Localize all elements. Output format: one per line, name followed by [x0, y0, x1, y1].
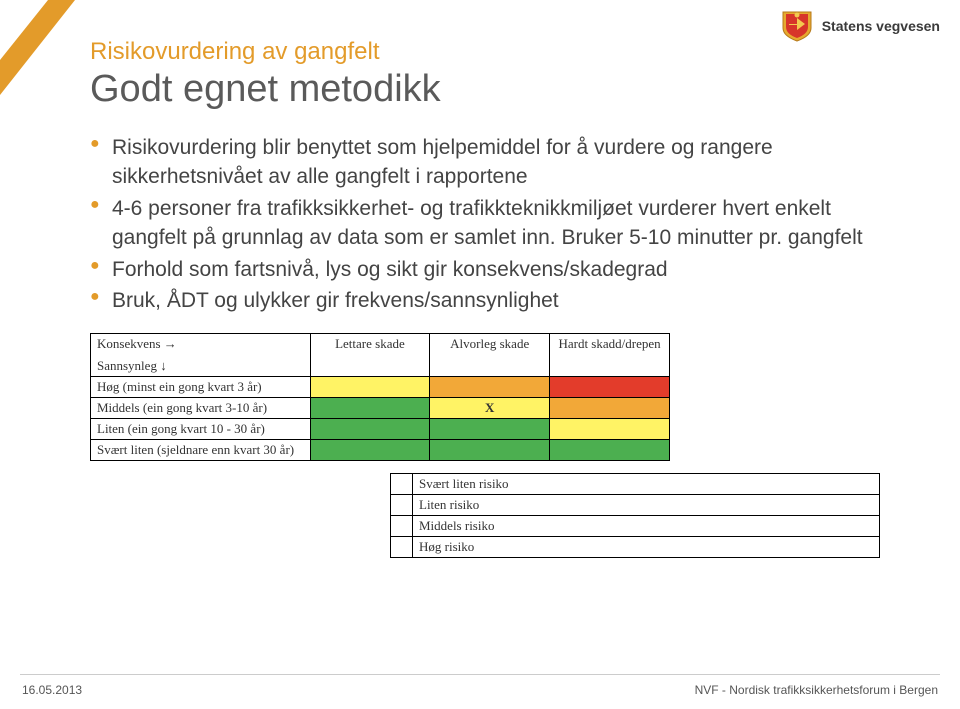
matrix-cell: [430, 419, 550, 440]
matrix-cell: [310, 398, 430, 419]
footer-divider: [20, 674, 940, 675]
brand-logo: Statens vegvesen: [780, 10, 940, 42]
matrix-col-head: Hardt skadd/drepen: [550, 334, 670, 377]
matrix-row-label: Middels (ein gong kvart 3-10 år): [91, 398, 311, 419]
axis-consequence-label: Konsekvens →: [97, 336, 304, 352]
matrix-cell: [310, 440, 430, 461]
matrix-cell: [550, 377, 670, 398]
matrix-cell: [550, 398, 670, 419]
matrix-row-label: Liten (ein gong kvart 10 - 30 år): [91, 419, 311, 440]
matrix-cell: [550, 440, 670, 461]
bullet-item: Forhold som fartsnivå, lys og sikt gir k…: [90, 255, 880, 284]
legend-label: Høg risiko: [413, 537, 880, 558]
matrix-col-head: Lettare skade: [310, 334, 430, 377]
legend-swatch: [391, 537, 413, 558]
slide-content: Risikovurdering av gangfelt Godt egnet m…: [0, 0, 960, 558]
matrix-cell: [430, 440, 550, 461]
footer: 16.05.2013 NVF - Nordisk trafikksikkerhe…: [0, 683, 960, 697]
bullet-item: Risikovurdering blir benyttet som hjelpe…: [90, 133, 880, 192]
matrix-row-label: Høg (minst ein gong kvart 3 år): [91, 377, 311, 398]
axis-probability-label: Sannsynleg ↓: [97, 358, 304, 374]
legend-label: Svært liten risiko: [413, 474, 880, 495]
matrix-cell: [310, 419, 430, 440]
matrix-cell-marked: X: [430, 398, 550, 419]
legend-swatch: [391, 516, 413, 537]
risk-matrix-table: Konsekvens → Sannsynleg ↓ Lettare skade …: [90, 333, 670, 461]
legend-swatch: [391, 474, 413, 495]
matrix-row-label: Svært liten (sjeldnare enn kvart 30 år): [91, 440, 311, 461]
bullet-item: Bruk, ÅDT og ulykker gir frekvens/sannsy…: [90, 286, 880, 315]
matrix-cell: [550, 419, 670, 440]
risk-legend-table: Svært liten risiko Liten risiko Middels …: [390, 473, 880, 558]
bullet-item: 4-6 personer fra trafikksikkerhet- og tr…: [90, 194, 880, 253]
corner-decoration: [0, 0, 75, 95]
footer-caption: NVF - Nordisk trafikksikkerhetsforum i B…: [695, 683, 938, 697]
matrix-col-head: Alvorleg skade: [430, 334, 550, 377]
legend-label: Liten risiko: [413, 495, 880, 516]
matrix-axis-cell: Konsekvens → Sannsynleg ↓: [91, 334, 311, 377]
footer-date: 16.05.2013: [22, 683, 82, 697]
shield-icon: [780, 10, 814, 42]
brand-name: Statens vegvesen: [822, 18, 940, 34]
slide-supertitle: Risikovurdering av gangfelt: [90, 38, 880, 66]
legend-swatch: [391, 495, 413, 516]
slide-title: Godt egnet metodikk: [90, 68, 880, 111]
bullet-list: Risikovurdering blir benyttet som hjelpe…: [90, 133, 880, 315]
matrix-cell: [310, 377, 430, 398]
legend-label: Middels risiko: [413, 516, 880, 537]
matrix-cell: [430, 377, 550, 398]
